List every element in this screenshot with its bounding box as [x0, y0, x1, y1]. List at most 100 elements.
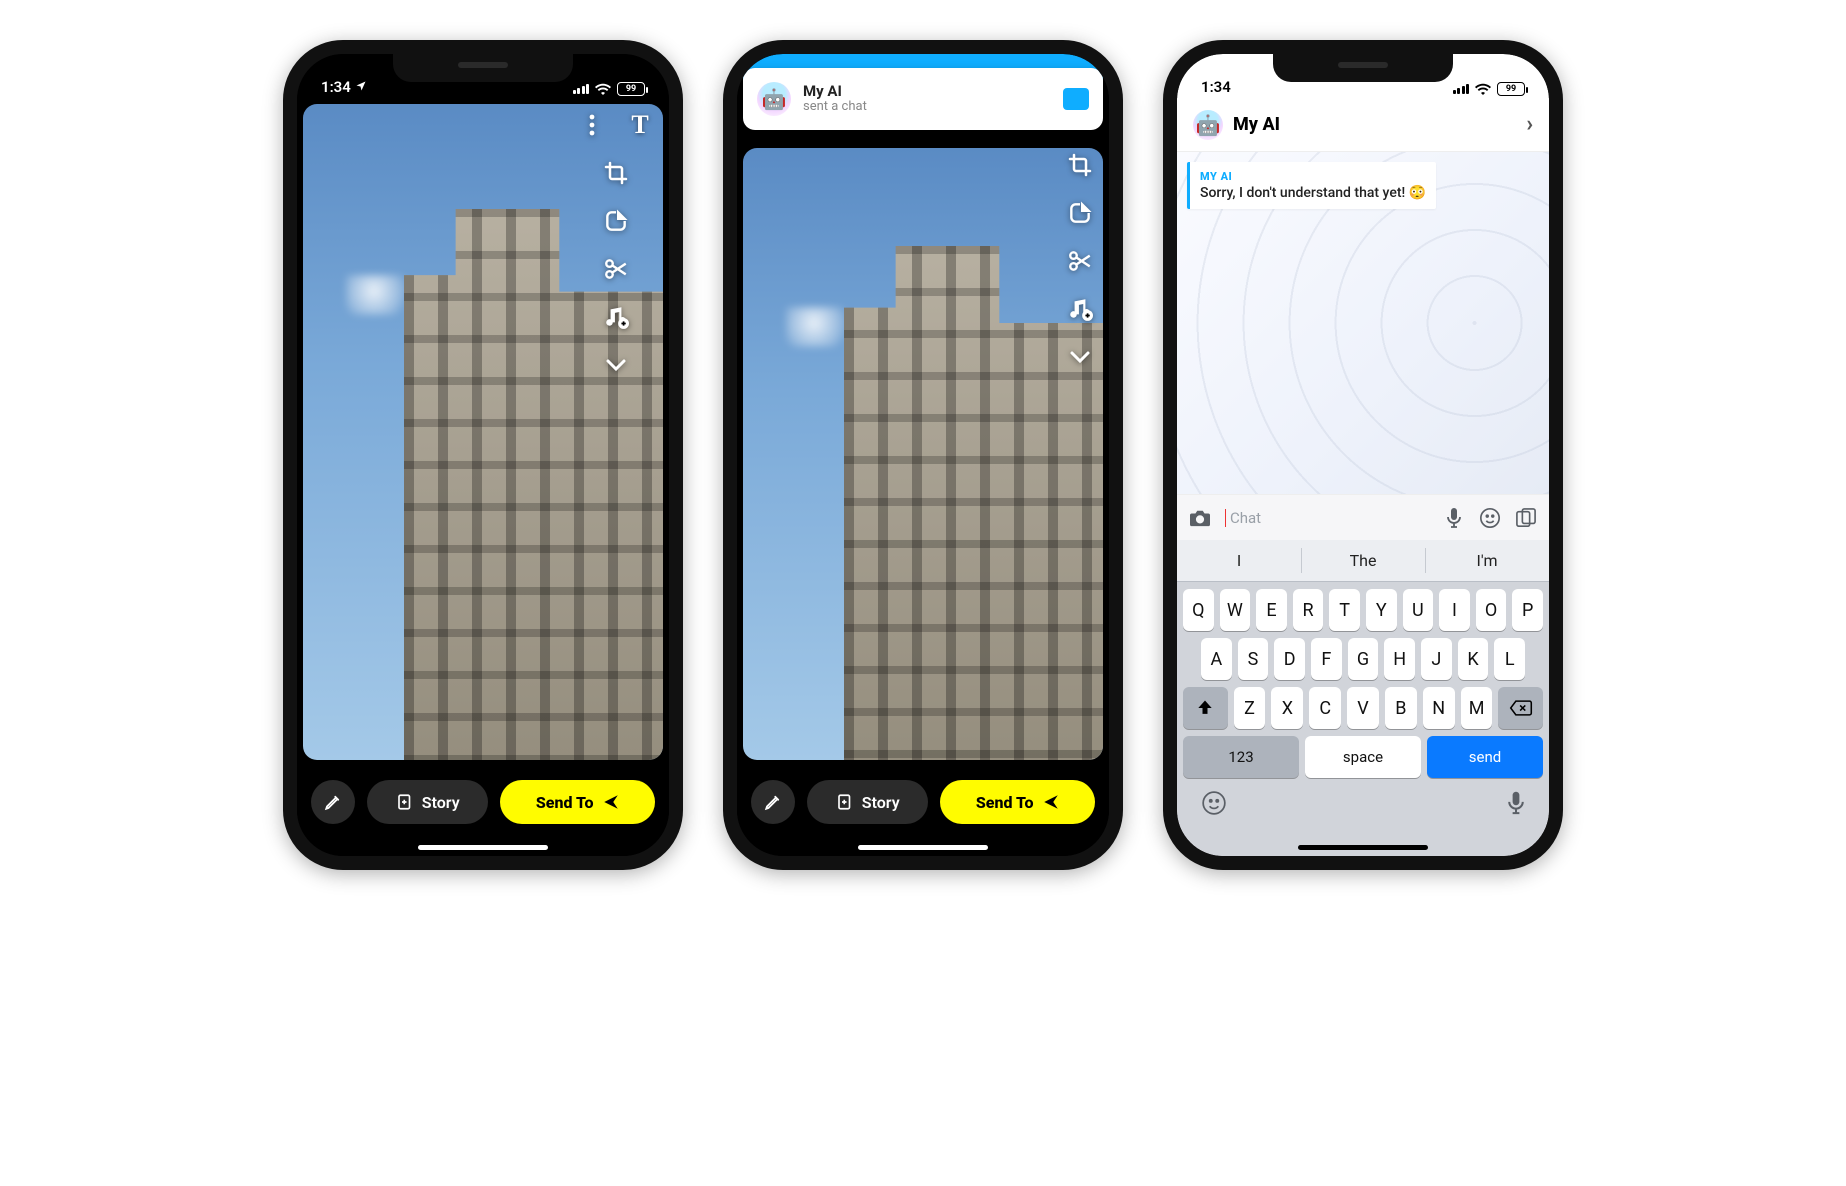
chevron-down-icon[interactable] [1065, 342, 1095, 372]
save-edit-button[interactable] [311, 780, 355, 824]
story-button[interactable]: Story [807, 780, 928, 824]
notification-banner[interactable]: 🤖 My AI sent a chat [743, 68, 1103, 130]
chat-sender-label: MY AI [1200, 170, 1426, 183]
sticker-icon[interactable] [1065, 198, 1095, 228]
key-space[interactable]: space [1305, 736, 1421, 778]
chevron-right-icon[interactable]: › [1526, 112, 1533, 137]
scissors-icon[interactable] [1065, 246, 1095, 276]
signal-icon [573, 84, 590, 94]
crop-icon[interactable] [601, 158, 631, 188]
chat-input-row: Chat [1177, 494, 1549, 540]
mic-icon[interactable] [1443, 507, 1465, 529]
kb-row-1: Q W E R T Y U I O P [1177, 582, 1549, 631]
device-notch [1273, 54, 1453, 82]
chat-message: MY AI Sorry, I don't understand that yet… [1187, 162, 1436, 209]
scissors-icon[interactable] [601, 254, 631, 284]
myai-avatar: 🤖 [1193, 110, 1223, 140]
key-h[interactable]: H [1384, 638, 1415, 680]
gallery-icon[interactable] [1515, 507, 1537, 529]
signal-icon [1453, 84, 1470, 94]
snap-bottom-bar: Story Send To [297, 766, 669, 856]
location-arrow-icon [355, 78, 367, 96]
key-123[interactable]: 123 [1183, 736, 1299, 778]
snap-preview[interactable]: T [303, 104, 663, 760]
myai-avatar: 🤖 [757, 82, 791, 116]
key-q[interactable]: Q [1183, 589, 1214, 631]
key-e[interactable]: E [1256, 589, 1287, 631]
key-j[interactable]: J [1421, 638, 1452, 680]
music-add-icon[interactable] [1065, 294, 1095, 324]
key-u[interactable]: U [1403, 589, 1434, 631]
home-indicator[interactable] [858, 845, 988, 850]
crop-icon[interactable] [1065, 150, 1095, 180]
key-t[interactable]: T [1329, 589, 1360, 631]
phone-myai-chat: 1:34 99 🤖 My AI › MY AI Sorry, I don't u… [1163, 40, 1563, 870]
more-vertical-icon[interactable] [577, 110, 607, 140]
story-button-label: Story [422, 793, 460, 812]
key-l[interactable]: L [1494, 638, 1525, 680]
key-w[interactable]: W [1220, 589, 1251, 631]
phone-snap-editor: 1:34 99 T [283, 40, 683, 870]
camera-icon[interactable] [1189, 507, 1211, 529]
send-to-button[interactable]: Send To [500, 780, 655, 824]
key-m[interactable]: M [1461, 687, 1493, 729]
key-x[interactable]: X [1271, 687, 1303, 729]
keyboard-suggestions: I The I'm [1177, 540, 1549, 582]
key-d[interactable]: D [1274, 638, 1305, 680]
key-o[interactable]: O [1476, 589, 1507, 631]
snap-bottom-bar: Story Send To [737, 766, 1109, 856]
send-arrow-icon [1042, 793, 1060, 811]
sticker-icon[interactable] [601, 206, 631, 236]
notification-banner-wrap: 🤖 My AI sent a chat [737, 54, 1109, 144]
key-y[interactable]: Y [1366, 589, 1397, 631]
wifi-icon [1475, 83, 1491, 95]
dictation-mic-icon[interactable] [1507, 790, 1525, 822]
key-n[interactable]: N [1423, 687, 1455, 729]
snap-preview[interactable] [743, 148, 1103, 760]
key-k[interactable]: K [1458, 638, 1489, 680]
key-c[interactable]: C [1309, 687, 1341, 729]
device-notch [393, 54, 573, 82]
story-button[interactable]: Story [367, 780, 488, 824]
status-time: 1:34 [1201, 78, 1231, 96]
key-z[interactable]: Z [1234, 687, 1266, 729]
key-r[interactable]: R [1293, 589, 1324, 631]
send-to-label: Send To [976, 793, 1034, 812]
key-g[interactable]: G [1348, 638, 1379, 680]
key-backspace[interactable] [1498, 687, 1543, 729]
suggestion-2[interactable]: The [1301, 540, 1425, 581]
edit-tool-rail: T [577, 110, 655, 380]
battery-icon: 99 [617, 82, 645, 96]
key-b[interactable]: B [1385, 687, 1417, 729]
home-indicator[interactable] [1298, 845, 1428, 850]
key-v[interactable]: V [1347, 687, 1379, 729]
phone-snap-notification: 🤖 My AI sent a chat [723, 40, 1123, 870]
key-f[interactable]: F [1311, 638, 1342, 680]
key-i[interactable]: I [1439, 589, 1470, 631]
key-send[interactable]: send [1427, 736, 1543, 778]
chat-header[interactable]: 🤖 My AI › [1177, 98, 1549, 152]
chevron-down-icon[interactable] [601, 350, 631, 380]
music-add-icon[interactable] [601, 302, 631, 332]
save-edit-button[interactable] [751, 780, 795, 824]
key-shift[interactable] [1183, 687, 1228, 729]
status-time: 1:34 [321, 78, 351, 96]
suggestion-1[interactable]: I [1177, 540, 1301, 581]
chat-input[interactable]: Chat [1225, 509, 1429, 527]
kb-footer [1177, 778, 1549, 822]
battery-icon: 99 [1497, 82, 1525, 96]
kb-row-2: A S D F G H J K L [1177, 631, 1549, 680]
key-p[interactable]: P [1512, 589, 1543, 631]
ios-keyboard: I The I'm Q W E R T Y U I O P A S D F [1177, 540, 1549, 856]
chat-body[interactable]: MY AI Sorry, I don't understand that yet… [1177, 152, 1549, 494]
emoji-globe-icon[interactable] [1201, 790, 1227, 822]
kb-row-3: Z X C V B N M [1177, 680, 1549, 729]
text-tool[interactable]: T [625, 110, 655, 140]
home-indicator[interactable] [418, 845, 548, 850]
suggestion-3[interactable]: I'm [1425, 540, 1549, 581]
emoji-icon[interactable] [1479, 507, 1501, 529]
edit-tool-rail [1065, 150, 1095, 372]
key-s[interactable]: S [1238, 638, 1269, 680]
key-a[interactable]: A [1201, 638, 1232, 680]
send-to-button[interactable]: Send To [940, 780, 1095, 824]
